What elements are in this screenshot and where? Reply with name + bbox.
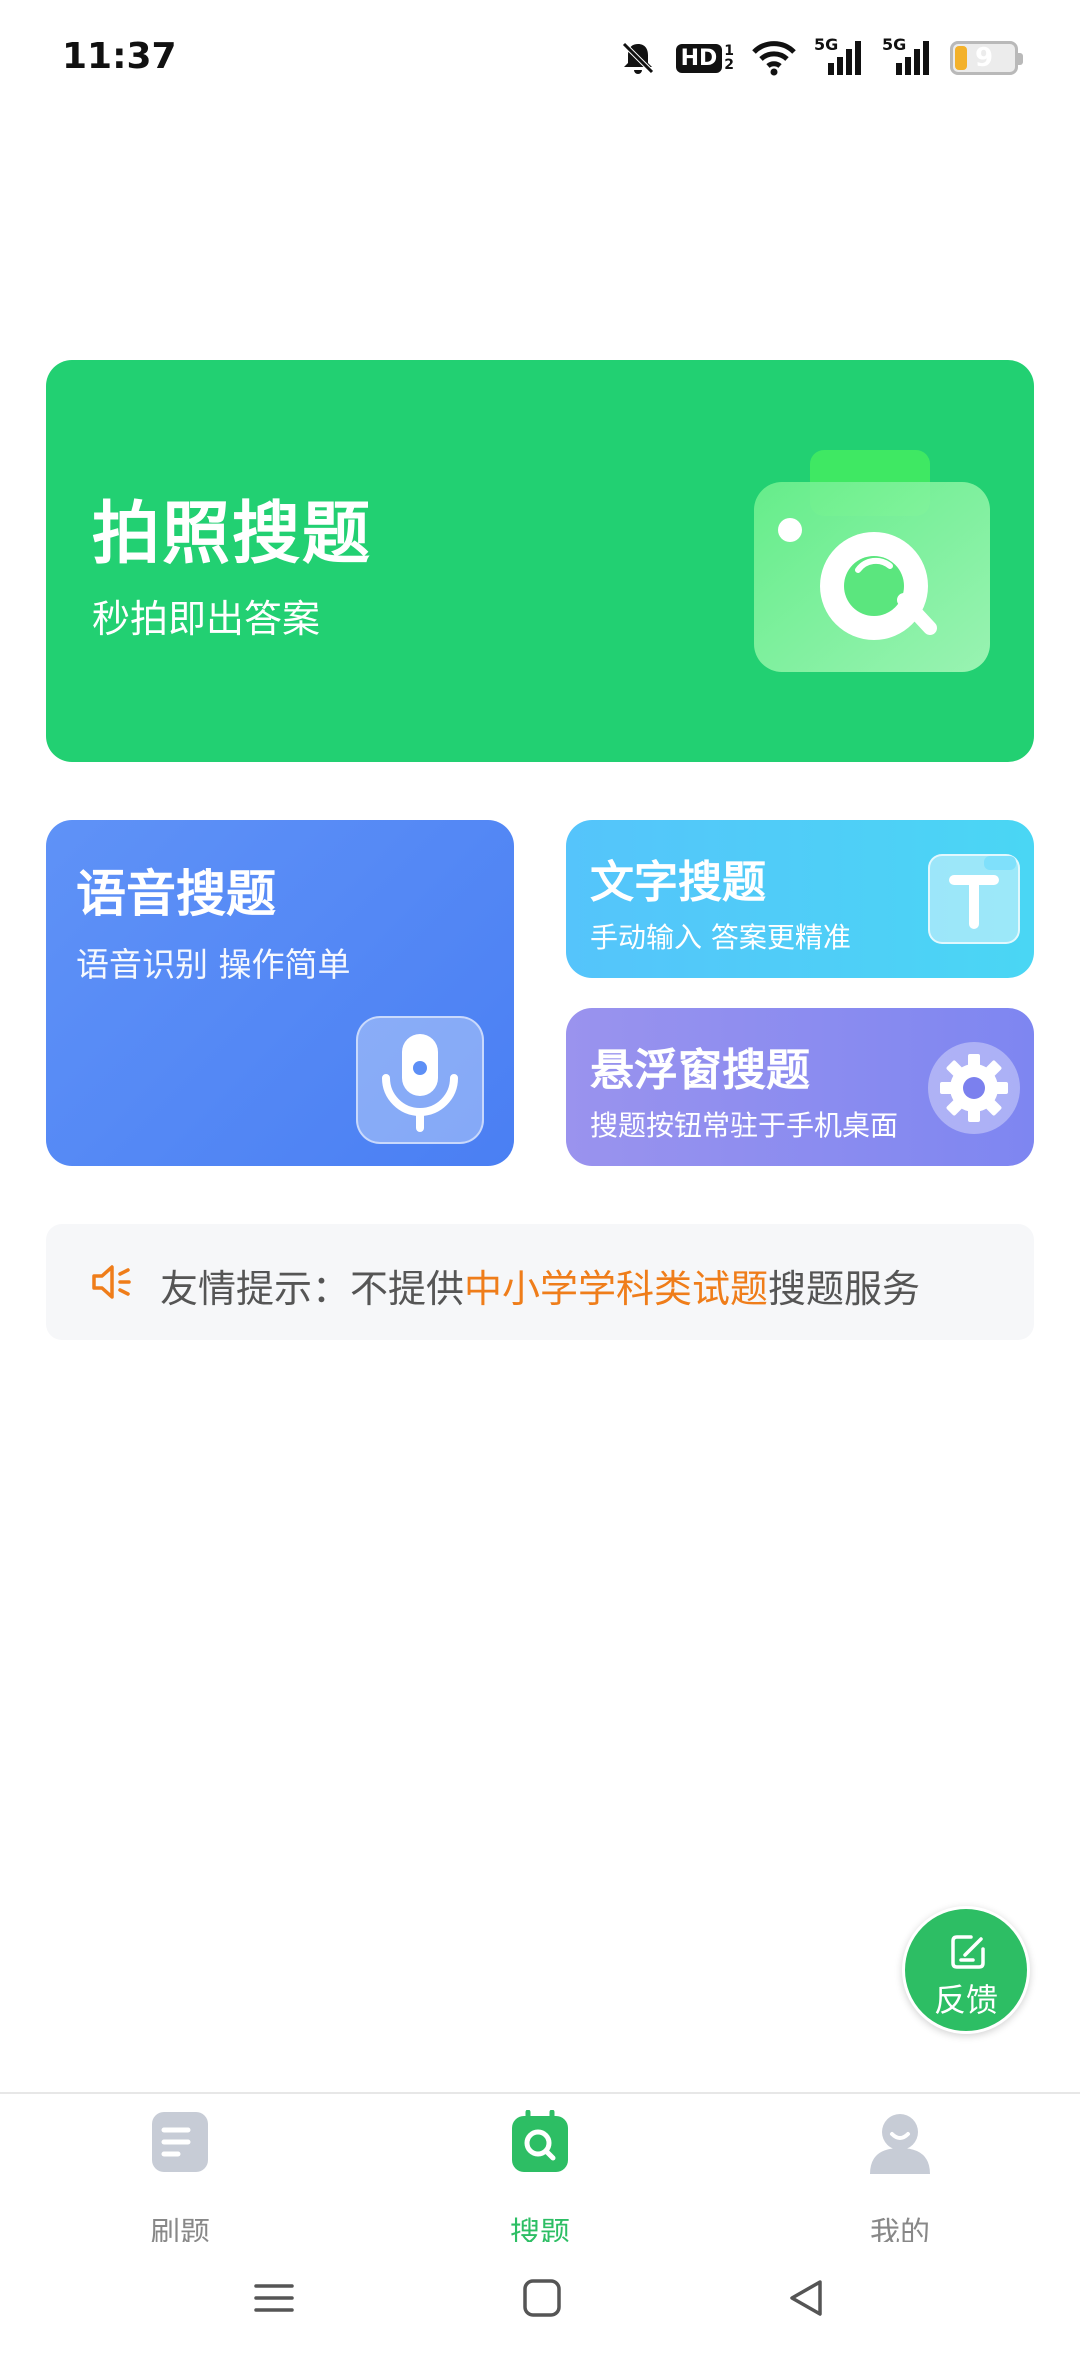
voice-search-card[interactable]: 语音搜题 语音识别 操作简单 [46,820,514,1166]
feedback-button[interactable]: 反馈 [902,1906,1030,2034]
tab-search[interactable]: 搜题 [460,2110,620,2251]
voice-search-title: 语音搜题 [76,865,276,923]
hd-icon: HD 1 2 [675,43,734,73]
hd-label: HD [675,43,723,73]
notice-highlight: 中小学学科类试题 [464,1267,769,1311]
photo-search-subtitle: 秒拍即出答案 [92,597,321,641]
bottom-tab-bar: 刷题 搜题 我的 [0,2092,1080,2251]
status-icons: HD 1 2 5G 5G 9 [618,35,1023,78]
floating-search-card[interactable]: 悬浮窗搜题 搜题按钮常驻于手机桌面 [566,1008,1034,1166]
notice-text: 友情提示：不提供中小学学科类试题搜题服务 [160,1258,920,1313]
gear-icon-box [928,1042,1020,1134]
text-search-subtitle: 手动输入 答案更精准 [590,921,851,954]
notice-banner: 友情提示：不提供中小学学科类试题搜题服务 [46,1224,1034,1340]
voice-search-subtitle: 语音识别 操作简单 [76,945,351,984]
menu-icon[interactable] [254,2278,294,2318]
battery-icon: 9 [950,41,1023,75]
camera-icon [754,450,990,672]
signal-icon-2: 5G [882,35,932,77]
edit-icon [951,1935,985,1969]
speaker-icon [92,1265,131,1299]
back-icon[interactable] [786,2278,826,2318]
photo-search-title: 拍照搜题 [92,495,373,574]
battery-level: 9 [974,43,994,73]
notice-suffix: 搜题服务 [768,1267,921,1311]
text-search-title: 文字搜题 [590,857,766,908]
tab-mine[interactable]: 我的 [820,2110,980,2251]
text-t-icon-box [928,854,1020,944]
home-icon[interactable] [522,2278,562,2318]
hd-sim-2: 2 [724,57,734,73]
gear-icon [940,1054,1008,1122]
text-t-icon [949,856,1016,929]
system-nav-bar [0,2242,1080,2376]
search-icon [512,2110,568,2172]
bell-off-icon [621,42,654,74]
notice-prefix: 友情提示：不提供 [160,1267,465,1311]
status-bar: 11:37 HD 1 2 5G 5G 9 [0,0,1080,120]
text-search-card[interactable]: 文字搜题 手动输入 答案更精准 [566,820,1034,978]
feedback-label: 反馈 [933,1981,998,2019]
tab-practice[interactable]: 刷题 [100,2110,260,2251]
signal-icon-1: 5G [814,35,864,77]
wifi-icon [752,41,796,76]
microphone-icon [382,1034,458,1132]
microphone-icon-box [356,1016,484,1144]
photo-search-card[interactable]: 拍照搜题 秒拍即出答案 [46,360,1034,762]
hd-sim-1: 1 [724,43,734,59]
status-time: 11:37 [62,36,177,77]
user-icon [870,2114,930,2174]
floating-search-title: 悬浮窗搜题 [590,1045,810,1096]
floating-search-subtitle: 搜题按钮常驻于手机桌面 [590,1109,899,1142]
document-icon [152,2112,208,2172]
